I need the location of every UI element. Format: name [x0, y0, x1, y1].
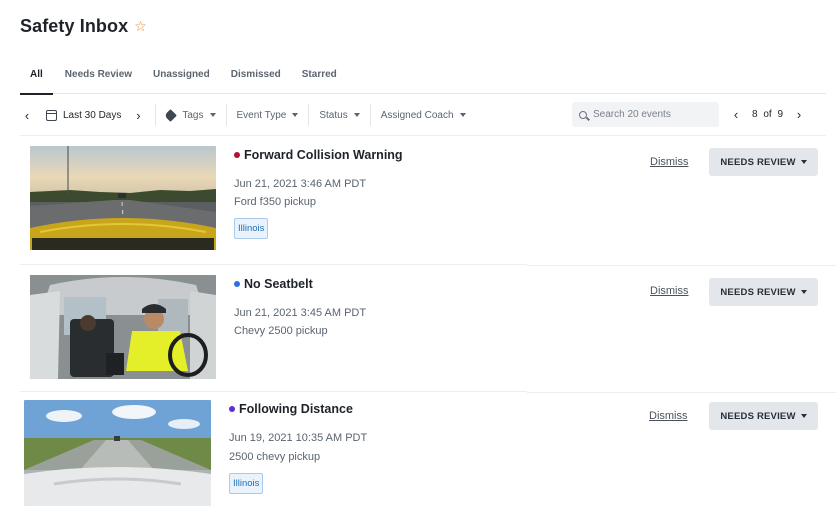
event-timestamp: Jun 19, 2021 10:35 AM PDT	[229, 432, 368, 444]
event-title-text: No Seatbelt	[244, 277, 313, 291]
event-timestamp: Jun 21, 2021 3:46 AM PDT	[234, 178, 367, 190]
event-divider	[20, 391, 527, 392]
tab-unassigned[interactable]: Unassigned	[153, 64, 210, 94]
event-title: Forward Collision Warning	[234, 148, 403, 162]
status-dropdown-button[interactable]: NEEDS REVIEW	[709, 148, 818, 176]
search-input[interactable]	[593, 109, 713, 120]
event-vehicle: Ford f350 pickup	[234, 196, 316, 208]
date-next-chevron-icon[interactable]: ›	[131, 108, 145, 123]
filter-event-type-label: Event Type	[236, 109, 287, 121]
tag-badge[interactable]: Illinois	[234, 218, 269, 239]
search-icon	[579, 110, 587, 119]
severity-dot-icon	[234, 152, 240, 158]
event-vehicle: 2500 chevy pickup	[229, 451, 321, 463]
event-title-text: Forward Collision Warning	[244, 148, 403, 162]
date-range-label: Last 30 Days	[63, 109, 122, 121]
page-next-chevron-icon[interactable]: ›	[789, 107, 809, 122]
dismiss-link[interactable]: Dismiss	[650, 156, 689, 168]
tab-needs-review[interactable]: Needs Review	[65, 64, 132, 94]
event-thumbnail[interactable]	[30, 275, 216, 379]
caret-down-icon	[459, 113, 466, 117]
event-divider	[20, 264, 527, 265]
caret-down-icon	[292, 113, 299, 117]
page-prev-chevron-icon[interactable]: ‹	[726, 107, 746, 122]
caret-down-icon	[353, 113, 360, 117]
status-label: NEEDS REVIEW	[720, 286, 796, 298]
tab-bar: All Needs Review Unassigned Dismissed St…	[20, 64, 826, 95]
date-range-picker[interactable]: Last 30 Days	[46, 109, 122, 121]
filter-tags[interactable]: Tags	[164, 108, 216, 122]
star-outline-icon[interactable]: ☆	[134, 19, 147, 33]
filter-event-type[interactable]: Event Type	[237, 110, 299, 121]
caret-down-icon	[800, 290, 807, 294]
severity-dot-icon	[234, 281, 240, 287]
filter-assigned-coach[interactable]: Assigned Coach	[381, 110, 466, 121]
calendar-icon	[46, 109, 57, 121]
status-label: NEEDS REVIEW	[720, 410, 796, 422]
filter-status-label: Status	[319, 109, 348, 121]
toolbar-divider	[369, 104, 371, 126]
event-title: Following Distance	[229, 402, 353, 416]
pagination: ‹ 8 of 9 ›	[726, 102, 809, 127]
event-divider	[527, 265, 836, 266]
status-label: NEEDS REVIEW	[720, 156, 796, 168]
page-title: Safety Inbox	[20, 16, 129, 36]
dismiss-link[interactable]: Dismiss	[649, 410, 688, 422]
caret-down-icon	[800, 160, 807, 164]
page-total: 9	[777, 109, 784, 120]
event-vehicle: Chevy 2500 pickup	[234, 325, 328, 337]
tab-starred[interactable]: Starred	[302, 64, 337, 94]
page-current: 8	[752, 109, 758, 120]
event-thumbnail[interactable]	[24, 400, 211, 506]
event-title-text: Following Distance	[239, 402, 353, 416]
status-dropdown-button[interactable]: NEEDS REVIEW	[709, 278, 818, 306]
event-title: No Seatbelt	[234, 277, 313, 291]
dismiss-link[interactable]: Dismiss	[650, 285, 689, 297]
tab-all[interactable]: All	[20, 64, 53, 95]
caret-down-icon	[209, 113, 216, 117]
date-prev-chevron-icon[interactable]: ‹	[20, 108, 34, 123]
event-divider	[527, 392, 836, 393]
toolbar-divider	[308, 104, 310, 126]
event-thumbnail[interactable]	[30, 146, 216, 250]
page-indicator: 8 of 9	[752, 109, 783, 120]
status-dropdown-button[interactable]: NEEDS REVIEW	[709, 402, 818, 430]
filter-assigned-coach-label: Assigned Coach	[380, 109, 454, 121]
toolbar-divider	[225, 104, 227, 126]
severity-dot-icon	[229, 406, 235, 412]
tag-icon	[164, 108, 178, 122]
page-of: of	[763, 109, 772, 120]
filter-toolbar: ‹ Last 30 Days › Tags Event Type Status …	[20, 98, 826, 132]
caret-down-icon	[800, 414, 807, 418]
toolbar-divider	[155, 104, 157, 126]
toolbar-bottom-divider	[20, 135, 826, 136]
tag-badge[interactable]: Illinois	[229, 473, 264, 494]
page-header: Safety Inbox ☆	[20, 16, 147, 37]
filter-status[interactable]: Status	[319, 109, 360, 121]
tab-dismissed[interactable]: Dismissed	[231, 64, 281, 94]
event-timestamp: Jun 21, 2021 3:45 AM PDT	[234, 307, 367, 319]
search-box[interactable]	[572, 102, 719, 127]
filter-tags-label: Tags	[182, 109, 204, 121]
